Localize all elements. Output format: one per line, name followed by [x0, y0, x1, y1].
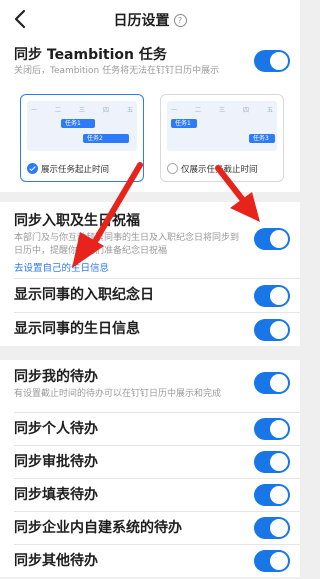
todo-item-label: 同步个人待办 [14, 421, 98, 437]
teambition-desc: 关闭后，Teambition 任务将无法在钉钉日历中展示 [14, 66, 220, 76]
todo-other-toggle[interactable] [254, 550, 290, 572]
weekday-label: 三 [218, 107, 225, 114]
todo-item-row: 同步其他待办 [0, 545, 300, 577]
option-card-deadline[interactable]: 一 二 三 四 五 任务1 任务3 仅展示任务截止时间 [160, 94, 284, 182]
weekday-label: 二 [54, 107, 61, 114]
colleague-birthday-row: 显示同事的生日信息 [0, 313, 300, 346]
todo-sync-label: 同步我的待办 [14, 369, 98, 385]
nav-bar: 日历设置? [0, 0, 300, 40]
weekday-label: 一 [171, 107, 178, 114]
task-bar: 任务2 [83, 134, 129, 143]
weekday-label: 四 [102, 107, 109, 114]
todo-item-label: 同步填表待办 [14, 487, 98, 503]
todo-sync-row: 同步我的待办 有设置截止时间的待办可以在钉钉日历中展示和完成 [0, 360, 300, 412]
birthday-sync-toggle[interactable] [254, 228, 290, 250]
set-birthday-link[interactable]: 去设置自己的生日信息 [14, 260, 240, 274]
page-title: 日历设置? [0, 10, 300, 30]
weekday-label: 五 [126, 107, 133, 114]
weekday-row: 一 二 三 四 五 [31, 105, 133, 114]
birthday-sync-label: 同步入职及生日祝福 [14, 213, 140, 229]
todo-sync-desc: 有设置截止时间的待办可以在钉钉日历中展示和完成 [14, 389, 222, 399]
teambition-toggle[interactable] [254, 50, 290, 72]
task-bar: 任务1 [171, 119, 197, 128]
todo-item-label: 同步审批待办 [14, 454, 98, 470]
birthday-sync-desc: 本部门及与你互动频繁同事的生日及入职纪念日将同步到日历中，提醒你给他们准备纪念日… [14, 233, 240, 256]
option-text: 展示任务起止时间 [41, 165, 110, 175]
weekday-row: 一 二 三 四 五 [171, 105, 273, 114]
teambition-label: 同步 Teambition 任务 [14, 47, 167, 63]
weekday-label: 三 [78, 107, 85, 114]
option-range-label: 展示任务起止时间 [27, 163, 139, 175]
colleague-birthday-label: 显示同事的生日信息 [14, 321, 140, 337]
todo-item-row: 同步个人待办 [0, 413, 300, 445]
anniversary-toggle[interactable] [254, 285, 290, 307]
weekday-label: 一 [31, 107, 38, 114]
todo-item-label: 同步企业内自建系统的待办 [14, 520, 182, 536]
todo-section: 同步我的待办 有设置截止时间的待办可以在钉钉日历中展示和完成 同步个人待办 同步… [0, 360, 300, 577]
teambition-row: 同步 Teambition 任务 关闭后，Teambition 任务将无法在钉钉… [0, 40, 300, 78]
display-mode-options: 一 二 三 四 五 任务1 任务2 展示任务起止时间 一 二 三 四 五 任务1… [0, 94, 300, 194]
radio-checked-icon [27, 163, 38, 174]
todo-item-row: 同步填表待办 [0, 479, 300, 511]
section-gap [0, 346, 300, 360]
birthday-sync-row: 同步入职及生日祝福 本部门及与你互动频繁同事的生日及入职纪念日将同步到日历中，提… [0, 202, 300, 278]
weekday-label: 四 [242, 107, 249, 114]
birthday-section: 同步入职及生日祝福 本部门及与你互动频繁同事的生日及入职纪念日将同步到日历中，提… [0, 202, 300, 346]
task-bar: 任务3 [249, 134, 275, 143]
todo-approval-toggle[interactable] [254, 451, 290, 473]
weekday-label: 二 [194, 107, 201, 114]
colleague-birthday-toggle[interactable] [254, 319, 290, 341]
weekday-label: 五 [266, 107, 273, 114]
todo-sync-toggle[interactable] [254, 372, 290, 394]
teambition-section: 同步 Teambition 任务 关闭后，Teambition 任务将无法在钉钉… [0, 40, 300, 192]
page-title-text: 日历设置 [113, 13, 170, 29]
todo-form-toggle[interactable] [254, 484, 290, 506]
option-card-range[interactable]: 一 二 三 四 五 任务1 任务2 展示任务起止时间 [20, 94, 144, 182]
option-deadline-label: 仅展示任务截止时间 [167, 163, 279, 175]
anniversary-label: 显示同事的入职纪念日 [14, 287, 154, 303]
todo-item-label: 同步其他待办 [14, 553, 98, 569]
calendar-preview: 一 二 三 四 五 任务1 任务2 [27, 101, 137, 151]
calendar-preview: 一 二 三 四 五 任务1 任务3 [167, 101, 277, 151]
todo-personal-toggle[interactable] [254, 418, 290, 440]
question-circle-icon[interactable]: ? [173, 14, 187, 27]
radio-unchecked-icon [167, 163, 178, 174]
anniversary-row: 显示同事的入职纪念日 [0, 279, 300, 312]
todo-internal-system-toggle[interactable] [254, 517, 290, 539]
task-bar: 任务1 [61, 119, 95, 128]
option-text: 仅展示任务截止时间 [181, 165, 258, 175]
todo-item-row: 同步企业内自建系统的待办 [0, 512, 300, 544]
todo-item-row: 同步审批待办 [0, 446, 300, 478]
